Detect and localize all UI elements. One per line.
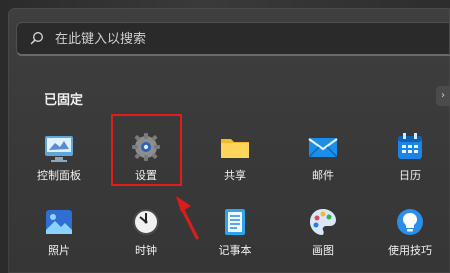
app-label: 邮件 (312, 169, 334, 182)
app-label: 控制面板 (37, 169, 81, 182)
highlight-box (111, 114, 182, 186)
app-label: 共享 (224, 169, 246, 182)
search-icon (30, 32, 43, 45)
folder-icon (221, 139, 249, 158)
app-photos[interactable]: 照片 (27, 205, 91, 265)
notepad-icon (225, 209, 245, 235)
mail-icon (308, 138, 338, 158)
all-apps-button[interactable]: › (436, 86, 450, 106)
search-box[interactable] (16, 22, 450, 56)
app-paint[interactable]: 画图 (291, 205, 355, 265)
app-label: 时钟 (135, 244, 157, 257)
calendar-icon (398, 133, 422, 159)
clock-icon (133, 209, 159, 235)
app-clock[interactable]: 时钟 (114, 205, 178, 265)
app-label: 使用技巧 (388, 244, 432, 257)
app-notepad[interactable]: 记事本 (203, 205, 267, 265)
app-label: 日历 (399, 169, 421, 182)
tips-icon (397, 209, 423, 235)
app-label: 记事本 (218, 244, 252, 257)
app-share[interactable]: 共享 (203, 130, 267, 190)
start-menu-screenshot: 已固定 › 控制面板 设置 (0, 0, 450, 273)
app-tips[interactable]: 使用技巧 (378, 205, 442, 265)
app-calendar[interactable]: 日历 (378, 130, 442, 190)
pinned-section-title: 已固定 (44, 93, 84, 108)
app-label: 照片 (48, 244, 70, 257)
photos-icon (46, 210, 72, 234)
paint-icon (310, 209, 336, 235)
app-mail[interactable]: 邮件 (291, 130, 355, 190)
search-input[interactable] (55, 29, 435, 49)
app-control-panel[interactable]: 控制面板 (27, 130, 91, 190)
control-panel-icon (45, 136, 73, 162)
app-label: 画图 (312, 244, 334, 257)
